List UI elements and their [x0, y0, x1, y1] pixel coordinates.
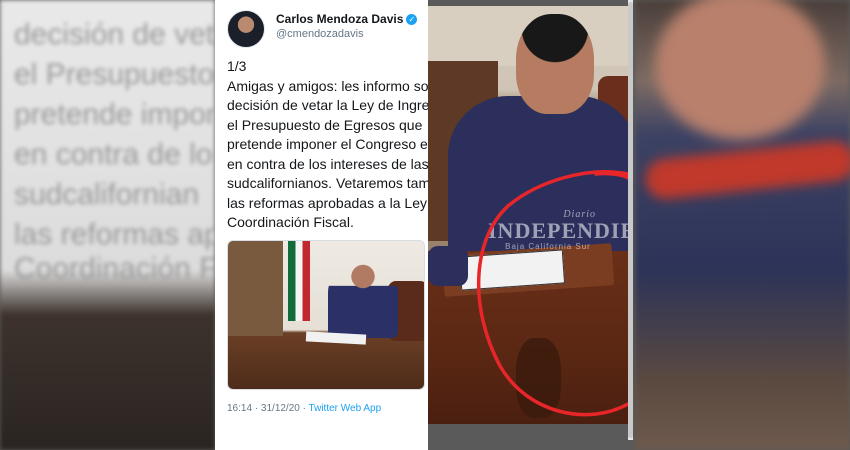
- scrollbar-thumb[interactable]: [628, 2, 633, 438]
- verified-badge-icon: ✓: [406, 14, 418, 26]
- tweet-timestamp[interactable]: 16:14 · 31/12/20 ·: [227, 403, 309, 414]
- tweet-metadata: 16:14 · 31/12/20 · Twitter Web App: [227, 403, 381, 414]
- ghost-text: pretende impon: [14, 98, 223, 131]
- ghost-text: Coordinación F: [14, 252, 218, 285]
- photo-person: [328, 263, 398, 338]
- photo-document: [305, 331, 367, 345]
- tweet-photo[interactable]: [227, 240, 425, 390]
- ghost-text: el Presupuesto: [14, 58, 215, 91]
- ghost-text: en contra de lo: [14, 138, 213, 171]
- scrollbar[interactable]: [628, 0, 633, 440]
- tweet-text-line: sudcalifornianos. Vetaremos tambi: [227, 175, 428, 191]
- ghost-text: decisión de vet: [14, 18, 215, 51]
- tweet-card: Carlos Mendoza Davis ✓ @cmendozadavis 1/3…: [215, 0, 428, 450]
- avatar[interactable]: [227, 10, 265, 48]
- tweet-text-line: en contra de los intereses de las y: [227, 155, 428, 172]
- tweet-source-link[interactable]: Twitter Web App: [309, 403, 382, 414]
- blurred-annotation-stripe: [643, 139, 850, 201]
- author-handle[interactable]: @cmendozadavis: [276, 28, 364, 40]
- tweet-text-line: 1/3: [227, 58, 247, 74]
- photo-flag: [288, 241, 310, 321]
- tweet-header: Carlos Mendoza Davis ✓ @cmendozadavis: [227, 8, 427, 48]
- zoomed-photo: Diario INDEPENDIENTE Baja California Sur: [428, 6, 631, 424]
- tweet-text-line: Amigas y amigos: les informo sobre: [227, 77, 428, 94]
- author-name[interactable]: Carlos Mendoza Davis ✓: [276, 12, 418, 26]
- photo-door: [228, 241, 283, 336]
- annotation-circle: [476, 170, 631, 417]
- tweet-text-line: pretende imponer el Congreso esta: [227, 136, 428, 152]
- tweet-text-line: decisión de vetar la Ley de Ingreso: [227, 97, 428, 113]
- ghost-text: sudcalifornian: [14, 178, 200, 211]
- tweet-text-line: el Presupuesto de Egresos que: [227, 116, 423, 133]
- tweet-text-line: Coordinación Fiscal.: [227, 214, 354, 230]
- tweet-text-line: las reformas aprobadas a la Ley de: [227, 194, 428, 211]
- blurred-background-right: [635, 0, 850, 450]
- blurred-background-left: decisión de vet el Presupuesto pretende …: [0, 0, 222, 450]
- ghost-text: las reformas ap: [14, 218, 221, 251]
- blurred-face: [655, 0, 825, 140]
- tweet-text: 1/3 Amigas y amigos: les informo sobre d…: [227, 57, 428, 233]
